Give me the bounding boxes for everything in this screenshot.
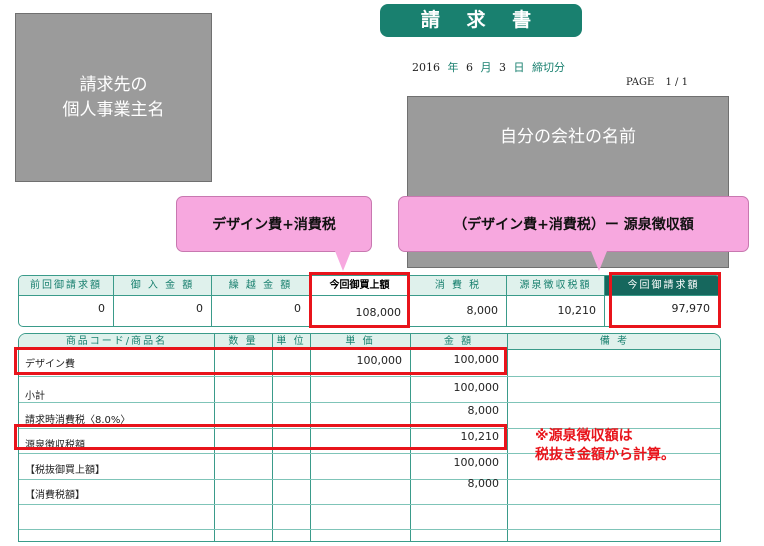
- net-amount-callout: （デザイン費+消費税）ー 源泉徴収額: [398, 196, 749, 252]
- item-amount: 100,000: [453, 381, 500, 394]
- summary-header: 繰 越 金 額: [212, 276, 309, 296]
- summary-header: 消 費 税: [410, 276, 506, 296]
- current-total-highlight: [609, 272, 721, 328]
- summary-header: 前回御請求額: [19, 276, 113, 296]
- item-amount: 100,000: [453, 456, 500, 469]
- withholding-row-highlight: [14, 424, 507, 450]
- date-month: 6: [466, 61, 473, 74]
- summary-col-payment: 御 入 金 額 0: [114, 276, 212, 326]
- item-name: 【税抜御買上額】: [25, 465, 105, 476]
- date-year: 2016: [412, 61, 440, 74]
- design-fee-row-highlight: [14, 347, 507, 375]
- page-indicator: PAGE 1 / 1: [626, 77, 696, 88]
- summary-header: 御 入 金 額: [114, 276, 211, 296]
- summary-value: 8,000: [466, 304, 499, 317]
- design-fee-callout: デザイン費+消費税: [176, 196, 372, 252]
- summary-col-tax: 消 費 税 8,000: [410, 276, 507, 326]
- current-purchase-highlight: [309, 272, 410, 328]
- withholding-note: ※源泉徴収額は 税抜き金額から計算。: [535, 428, 675, 463]
- column-divider: [507, 334, 508, 541]
- summary-col-carryover: 繰 越 金 額 0: [212, 276, 310, 326]
- item-amount: 8,000: [467, 477, 500, 490]
- item-name: 小計: [25, 391, 45, 402]
- date-year-label: 年: [447, 61, 459, 74]
- date-day-label: 日: [513, 61, 525, 74]
- date-day: 3: [499, 61, 506, 74]
- summary-value: 0: [294, 302, 301, 315]
- row-divider: [19, 402, 720, 403]
- design-fee-callout-pointer: [335, 251, 351, 271]
- summary-header: 源泉徴収税額: [507, 276, 604, 296]
- page-value: 1 / 1: [665, 77, 688, 88]
- date-closing-label: 締切分: [532, 61, 565, 74]
- summary-col-previous: 前回御請求額 0: [19, 276, 114, 326]
- row-divider: [19, 529, 720, 530]
- summary-value: 10,210: [557, 304, 597, 317]
- billing-date: 2016 年 6 月 3 日 締切分: [412, 59, 569, 75]
- header-remarks: 備 考: [507, 334, 720, 350]
- date-month-label: 月: [480, 61, 492, 74]
- summary-value: 0: [196, 302, 203, 315]
- net-amount-callout-pointer: [591, 251, 607, 271]
- row-divider: [19, 376, 720, 377]
- item-name: 【消費税額】: [25, 490, 85, 501]
- row-divider: [19, 479, 720, 480]
- item-amount: 8,000: [467, 404, 500, 417]
- summary-col-withholding: 源泉徴収税額 10,210: [507, 276, 605, 326]
- summary-value: 0: [98, 302, 105, 315]
- page-label: PAGE: [626, 77, 655, 88]
- document-title: 請 求 書: [380, 4, 582, 37]
- row-divider: [19, 504, 720, 505]
- client-name-placeholder: 請求先の 個人事業主名: [15, 13, 212, 182]
